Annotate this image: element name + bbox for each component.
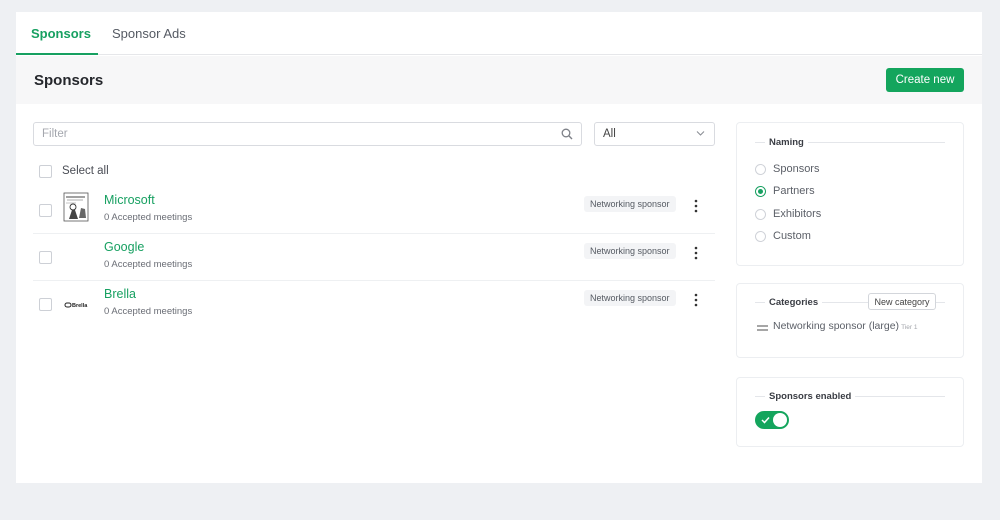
sponsor-name[interactable]: Microsoft xyxy=(104,193,155,207)
sponsors-card: Sponsors Sponsor Ads Sponsors Create new… xyxy=(16,12,982,483)
svg-text:Brella: Brella xyxy=(72,303,88,309)
radio-label: Partners xyxy=(773,185,815,197)
filter-field xyxy=(33,122,582,146)
category-label: Networking sponsor (large) xyxy=(773,320,900,332)
page-header: Sponsors Create new xyxy=(16,56,982,104)
brella-logo: Brella xyxy=(64,302,88,309)
more-options-icon[interactable] xyxy=(691,292,701,308)
drag-handle-icon[interactable] xyxy=(757,324,768,332)
tab-bar: Sponsors Sponsor Ads xyxy=(16,12,982,55)
radio-button[interactable] xyxy=(755,209,766,220)
sponsors-enabled-toggle[interactable] xyxy=(755,411,789,429)
more-options-icon[interactable] xyxy=(691,198,701,214)
sponsor-name[interactable]: Brella xyxy=(104,287,136,301)
radio-button-selected[interactable] xyxy=(755,186,766,197)
search-icon[interactable] xyxy=(561,128,573,140)
row-checkbox[interactable] xyxy=(39,298,52,311)
new-category-button[interactable]: New category xyxy=(868,293,936,310)
row-divider xyxy=(33,233,715,234)
toggle-knob xyxy=(773,413,787,427)
radio-label: Sponsors xyxy=(773,163,820,175)
filter-input[interactable] xyxy=(42,123,542,145)
naming-title: Naming xyxy=(765,137,808,148)
radio-label: Custom xyxy=(773,230,811,242)
comic-strip-logo xyxy=(63,192,89,222)
row-checkbox[interactable] xyxy=(39,251,52,264)
sponsor-row-brella: Brella Brella 0 Accepted meetings Networ… xyxy=(33,282,715,328)
sponsor-row-google: Google 0 Accepted meetings Networking sp… xyxy=(33,235,715,281)
accepted-meetings: 0 Accepted meetings xyxy=(104,306,193,317)
select-all-checkbox[interactable] xyxy=(39,165,52,178)
create-new-button[interactable]: Create new xyxy=(886,68,964,92)
more-options-icon[interactable] xyxy=(691,245,701,261)
radio-button[interactable] xyxy=(755,164,766,175)
tab-sponsors[interactable]: Sponsors xyxy=(31,26,91,41)
sponsor-row-microsoft: Microsoft 0 Accepted meetings Networking… xyxy=(33,188,715,234)
accepted-meetings: 0 Accepted meetings xyxy=(104,259,193,270)
select-all-label: Select all xyxy=(62,165,109,177)
row-divider xyxy=(33,280,715,281)
naming-panel: Naming Sponsors Partners Exhibitors Cust… xyxy=(736,122,964,266)
category-item[interactable]: Networking sponsor (large) Tier 1 xyxy=(773,320,917,332)
chevron-down-icon xyxy=(696,131,705,136)
tab-sponsor-ads[interactable]: Sponsor Ads xyxy=(112,26,186,41)
sponsor-type-select[interactable]: All xyxy=(594,122,715,146)
row-checkbox[interactable] xyxy=(39,204,52,217)
accepted-meetings: 0 Accepted meetings xyxy=(104,212,193,223)
category-tier: Tier 1 xyxy=(901,324,918,331)
category-badge: Networking sponsor xyxy=(584,290,676,306)
sponsor-name[interactable]: Google xyxy=(104,240,144,254)
select-value: All xyxy=(603,128,616,140)
page-title: Sponsors xyxy=(34,72,104,89)
active-tab-indicator xyxy=(16,53,98,55)
category-badge: Networking sponsor xyxy=(584,196,676,212)
sponsors-enabled-panel: Sponsors enabled xyxy=(736,377,964,447)
categories-panel: Categories New category Networking spons… xyxy=(736,283,964,358)
categories-title: Categories xyxy=(765,297,823,308)
category-badge: Networking sponsor xyxy=(584,243,676,259)
radio-label: Exhibitors xyxy=(773,208,822,220)
radio-button[interactable] xyxy=(755,231,766,242)
check-icon xyxy=(761,416,770,424)
sponsors-enabled-title: Sponsors enabled xyxy=(765,391,856,402)
